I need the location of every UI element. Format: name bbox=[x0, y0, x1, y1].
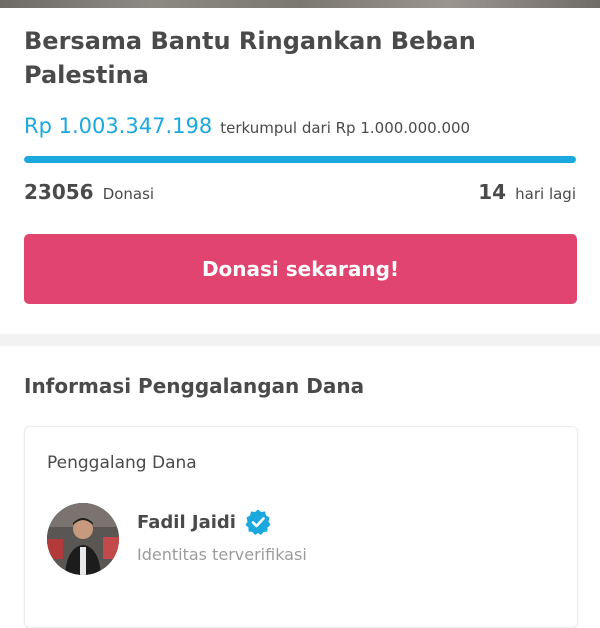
fundraising-info-title: Informasi Penggalangan Dana bbox=[24, 374, 365, 398]
fundraiser-name-row: Fadil Jaidi bbox=[137, 507, 272, 537]
fundraiser-card[interactable]: Penggalang Dana Fadil Jaidi Identitas te… bbox=[24, 426, 578, 628]
days-left-label: hari lagi bbox=[515, 185, 576, 203]
verified-badge-icon bbox=[244, 508, 272, 536]
donate-now-button[interactable]: Donasi sekarang! bbox=[24, 234, 577, 304]
funding-amount-row: Rp 1.003.347.198 terkumpul dari Rp 1.000… bbox=[24, 114, 576, 144]
campaign-stats: 23056 Donasi 14 hari lagi bbox=[24, 180, 576, 210]
days-left-count: 14 bbox=[478, 180, 507, 204]
campaign-cover-image bbox=[0, 0, 600, 8]
fundraiser-avatar[interactable] bbox=[47, 503, 119, 575]
fundraiser-card-title: Penggalang Dana bbox=[47, 453, 197, 473]
donations-label: Donasi bbox=[102, 185, 155, 203]
funding-progress-fill bbox=[24, 156, 576, 163]
section-divider bbox=[0, 334, 600, 346]
campaign-title: Bersama Bantu Ringankan Beban Palestina bbox=[24, 27, 476, 89]
fundraiser-name[interactable]: Fadil Jaidi bbox=[137, 512, 236, 533]
verified-identity-text: Identitas terverifikasi bbox=[137, 545, 307, 564]
amount-target: terkumpul dari Rp 1.000.000.000 bbox=[220, 119, 471, 137]
funding-progress-bar bbox=[24, 156, 576, 163]
amount-collected: Rp 1.003.347.198 bbox=[24, 114, 213, 138]
donations-count: 23056 bbox=[24, 180, 94, 204]
days-left-stat: 14 hari lagi bbox=[478, 180, 576, 204]
donations-stat: 23056 Donasi bbox=[24, 180, 154, 204]
